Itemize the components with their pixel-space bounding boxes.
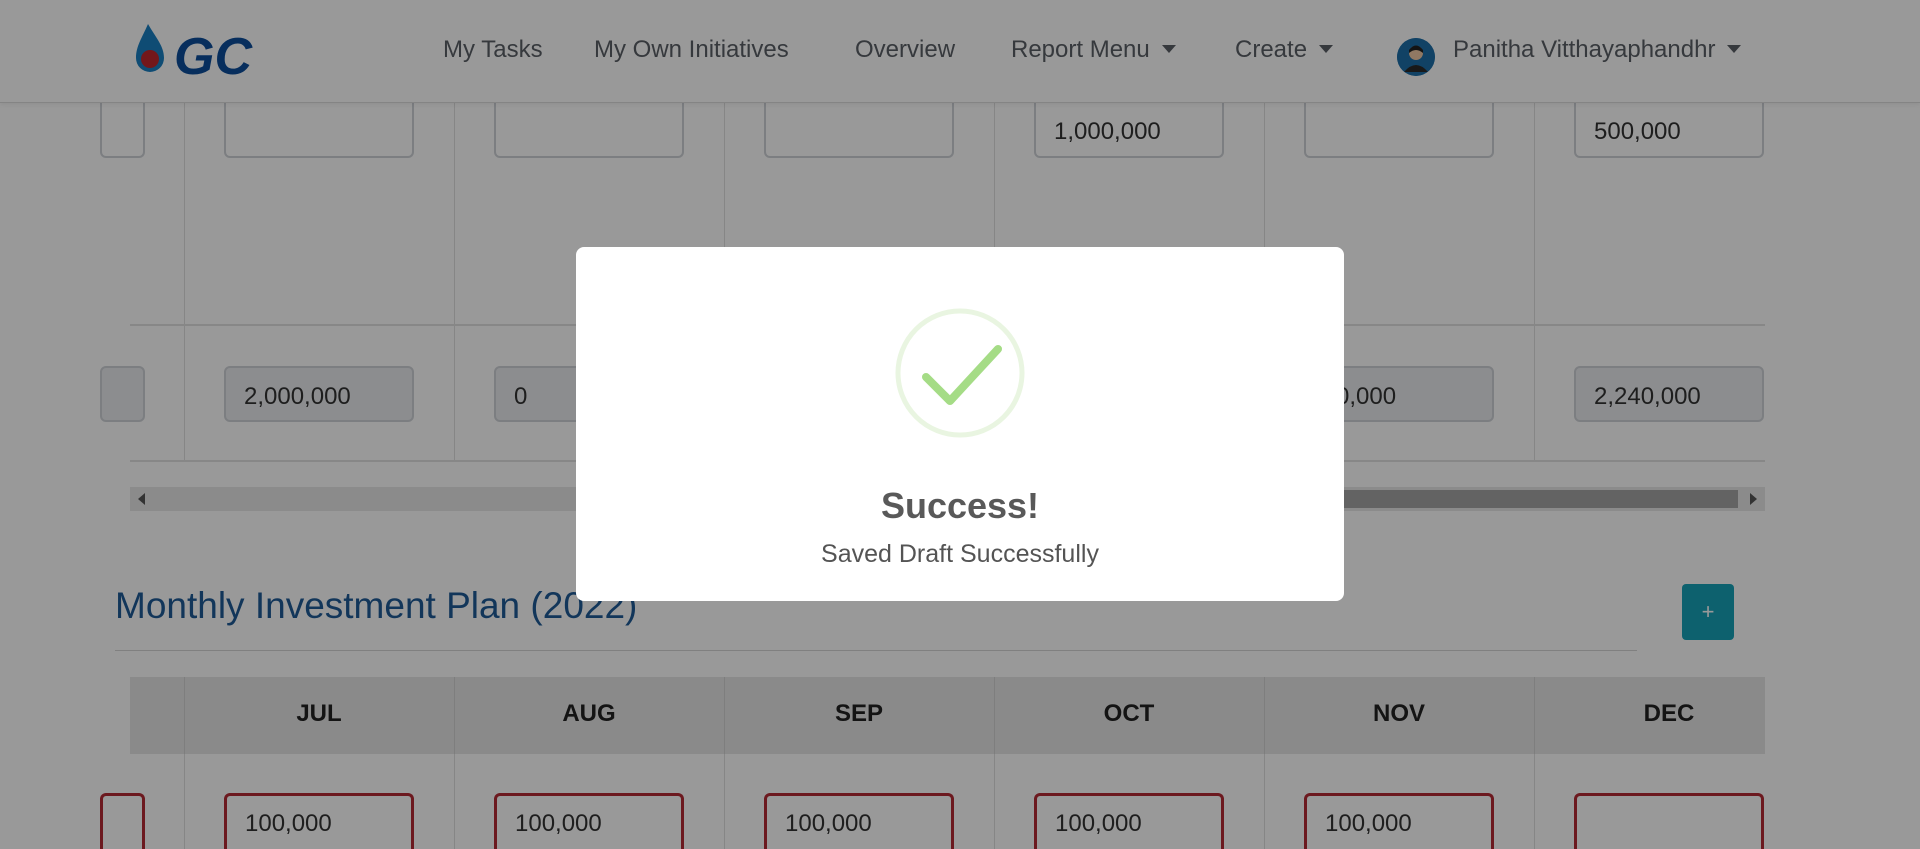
success-dialog: Success! Saved Draft Successfully xyxy=(576,247,1344,601)
success-check-icon xyxy=(895,308,1025,438)
dialog-message: Saved Draft Successfully xyxy=(821,540,1099,568)
dialog-title: Success! xyxy=(880,485,1040,526)
